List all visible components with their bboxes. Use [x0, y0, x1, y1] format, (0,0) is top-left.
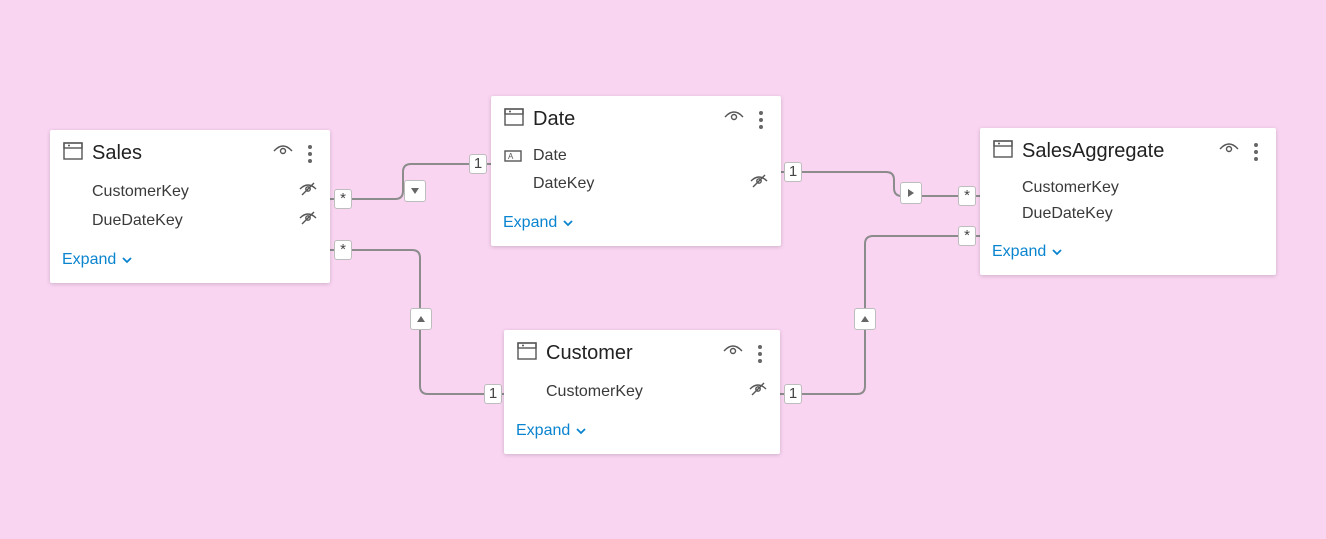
- cardinality-one: 1: [469, 154, 487, 174]
- field-list: A Date DateKey: [491, 139, 781, 204]
- hidden-icon: [749, 173, 769, 194]
- more-options-icon[interactable]: [753, 109, 769, 131]
- expand-button[interactable]: Expand: [491, 204, 781, 246]
- expand-button[interactable]: Expand: [504, 412, 780, 454]
- cardinality-many: *: [334, 240, 352, 260]
- more-options-icon[interactable]: [1248, 141, 1264, 163]
- table-icon: [992, 138, 1014, 165]
- card-header: Customer: [504, 330, 780, 373]
- table-field[interactable]: DateKey: [491, 169, 781, 198]
- field-name: DueDateKey: [1022, 205, 1264, 223]
- table-title: Customer: [546, 342, 714, 365]
- expand-button[interactable]: Expand: [980, 233, 1276, 275]
- card-header: SalesAggregate: [980, 128, 1276, 171]
- table-field[interactable]: DueDateKey: [50, 206, 330, 235]
- svg-text:A: A: [508, 152, 514, 161]
- cardinality-many: *: [958, 226, 976, 246]
- table-field[interactable]: CustomerKey: [504, 377, 780, 406]
- filter-direction-icon: [410, 308, 432, 330]
- field-name: Date: [533, 147, 769, 165]
- field-name: CustomerKey: [92, 183, 298, 201]
- field-name: CustomerKey: [546, 383, 748, 401]
- table-title: SalesAggregate: [1022, 140, 1210, 163]
- chevron-down-icon: [1050, 245, 1064, 259]
- field-list: CustomerKey: [504, 373, 780, 412]
- cardinality-many: *: [334, 189, 352, 209]
- card-header: Date: [491, 96, 781, 139]
- field-name: DueDateKey: [92, 212, 298, 230]
- hidden-icon: [748, 381, 768, 402]
- chevron-down-icon: [574, 424, 588, 438]
- field-name: DateKey: [533, 175, 749, 193]
- chevron-down-icon: [561, 216, 575, 230]
- table-icon: [62, 140, 84, 167]
- table-icon: [503, 106, 525, 133]
- field-list: CustomerKey DueDateKey: [980, 171, 1276, 233]
- expand-label: Expand: [992, 243, 1046, 261]
- filter-direction-icon: [900, 182, 922, 204]
- text-field-icon: A: [503, 149, 523, 163]
- field-list: CustomerKey DueDateKey: [50, 173, 330, 241]
- model-canvas[interactable]: * 1 * 1 1 * 1 * Sales Cus: [0, 0, 1326, 539]
- table-card-customer[interactable]: Customer CustomerKey Expand: [504, 330, 780, 454]
- cardinality-one: 1: [784, 384, 802, 404]
- table-field[interactable]: CustomerKey: [980, 175, 1276, 201]
- cardinality-one: 1: [484, 384, 502, 404]
- visibility-icon[interactable]: [272, 142, 294, 165]
- expand-button[interactable]: Expand: [50, 241, 330, 283]
- more-options-icon[interactable]: [302, 143, 318, 165]
- visibility-icon[interactable]: [722, 342, 744, 365]
- table-field[interactable]: A Date: [491, 143, 781, 169]
- table-icon: [516, 340, 538, 367]
- card-header: Sales: [50, 130, 330, 173]
- table-card-sales[interactable]: Sales CustomerKey DueDateKey: [50, 130, 330, 283]
- cardinality-many: *: [958, 186, 976, 206]
- table-field[interactable]: DueDateKey: [980, 201, 1276, 227]
- cardinality-one: 1: [784, 162, 802, 182]
- hidden-icon: [298, 181, 318, 202]
- visibility-icon[interactable]: [723, 108, 745, 131]
- table-field[interactable]: CustomerKey: [50, 177, 330, 206]
- filter-direction-icon: [854, 308, 876, 330]
- table-title: Date: [533, 108, 715, 131]
- filter-direction-icon: [404, 180, 426, 202]
- expand-label: Expand: [503, 214, 557, 232]
- expand-label: Expand: [62, 251, 116, 269]
- hidden-icon: [298, 210, 318, 231]
- table-card-salesaggregate[interactable]: SalesAggregate CustomerKey DueDateKey Ex…: [980, 128, 1276, 275]
- visibility-icon[interactable]: [1218, 140, 1240, 163]
- more-options-icon[interactable]: [752, 343, 768, 365]
- table-title: Sales: [92, 142, 264, 165]
- table-card-date[interactable]: Date A Date DateKey Expand: [491, 96, 781, 246]
- expand-label: Expand: [516, 422, 570, 440]
- field-name: CustomerKey: [1022, 179, 1264, 197]
- chevron-down-icon: [120, 253, 134, 267]
